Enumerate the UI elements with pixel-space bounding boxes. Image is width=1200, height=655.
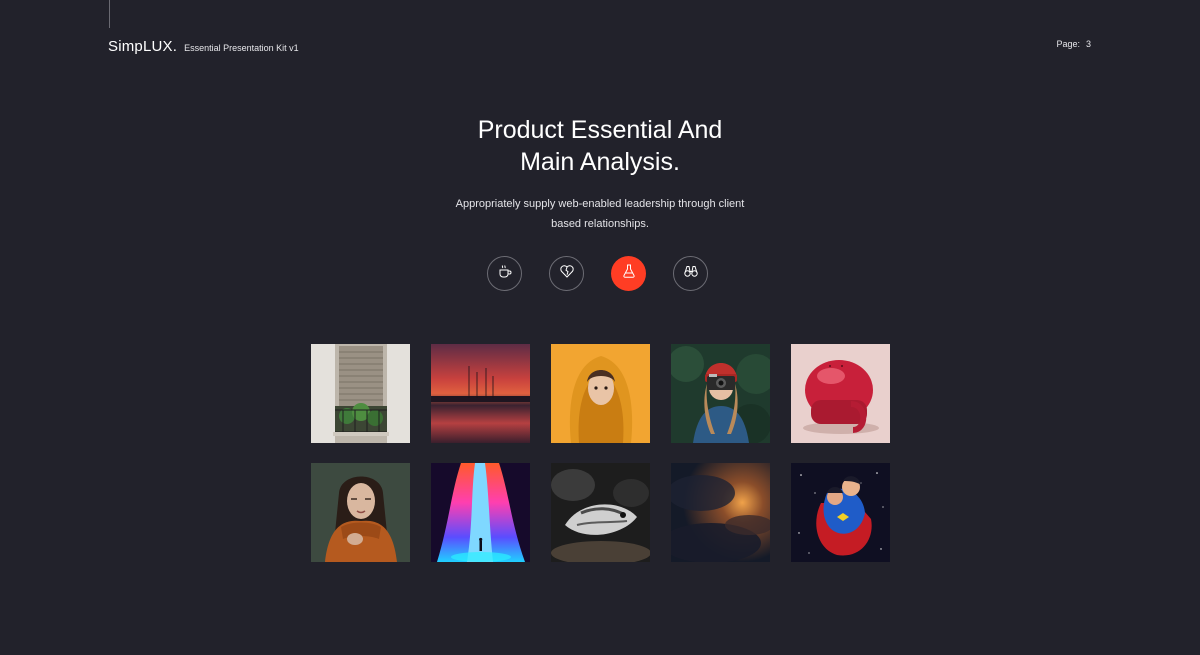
heart-button[interactable] bbox=[549, 256, 584, 291]
fish-sculpture-photo[interactable] bbox=[551, 463, 650, 562]
camera-girl-photo[interactable] bbox=[671, 344, 770, 443]
binoculars-icon bbox=[683, 263, 699, 284]
flask-button[interactable] bbox=[611, 256, 646, 291]
page-label: Page: bbox=[1056, 39, 1080, 49]
page-indicator: Page: 3 bbox=[1056, 39, 1091, 49]
brand-name: SimpLUX. bbox=[108, 38, 178, 55]
page-title: Product Essential And Main Analysis. bbox=[0, 114, 1200, 178]
broken-heart-icon bbox=[559, 263, 575, 284]
coffee-button[interactable] bbox=[487, 256, 522, 291]
yellow-hood-portrait-photo[interactable] bbox=[551, 344, 650, 443]
description-line-1: Appropriately supply web-enabled leaders… bbox=[455, 198, 745, 210]
binoculars-button[interactable] bbox=[673, 256, 708, 291]
page-number: 3 bbox=[1085, 39, 1091, 49]
stormy-sky-photo[interactable] bbox=[671, 463, 770, 562]
page-description: Appropriately supply web-enabled leaders… bbox=[0, 194, 1200, 234]
coffee-cup-icon bbox=[497, 263, 513, 284]
top-divider-line bbox=[109, 0, 110, 28]
title-line-1: Product Essential And bbox=[477, 116, 723, 144]
title-line-2: Main Analysis. bbox=[520, 148, 680, 176]
superman-comic-photo[interactable] bbox=[791, 463, 890, 562]
flask-icon bbox=[621, 263, 637, 284]
woman-sweater-portrait-photo[interactable] bbox=[311, 463, 410, 562]
photo-gallery bbox=[311, 344, 890, 562]
neon-ice-cave-photo[interactable] bbox=[431, 463, 530, 562]
window-plants-photo[interactable] bbox=[311, 344, 410, 443]
description-line-2: based relationships. bbox=[551, 218, 649, 230]
red-toy-photo[interactable] bbox=[791, 344, 890, 443]
icon-row bbox=[487, 256, 708, 291]
sunset-harbor-photo[interactable] bbox=[431, 344, 530, 443]
brand: SimpLUX. Essential Presentation Kit v1 bbox=[108, 38, 299, 55]
brand-subtitle: Essential Presentation Kit v1 bbox=[184, 43, 299, 53]
